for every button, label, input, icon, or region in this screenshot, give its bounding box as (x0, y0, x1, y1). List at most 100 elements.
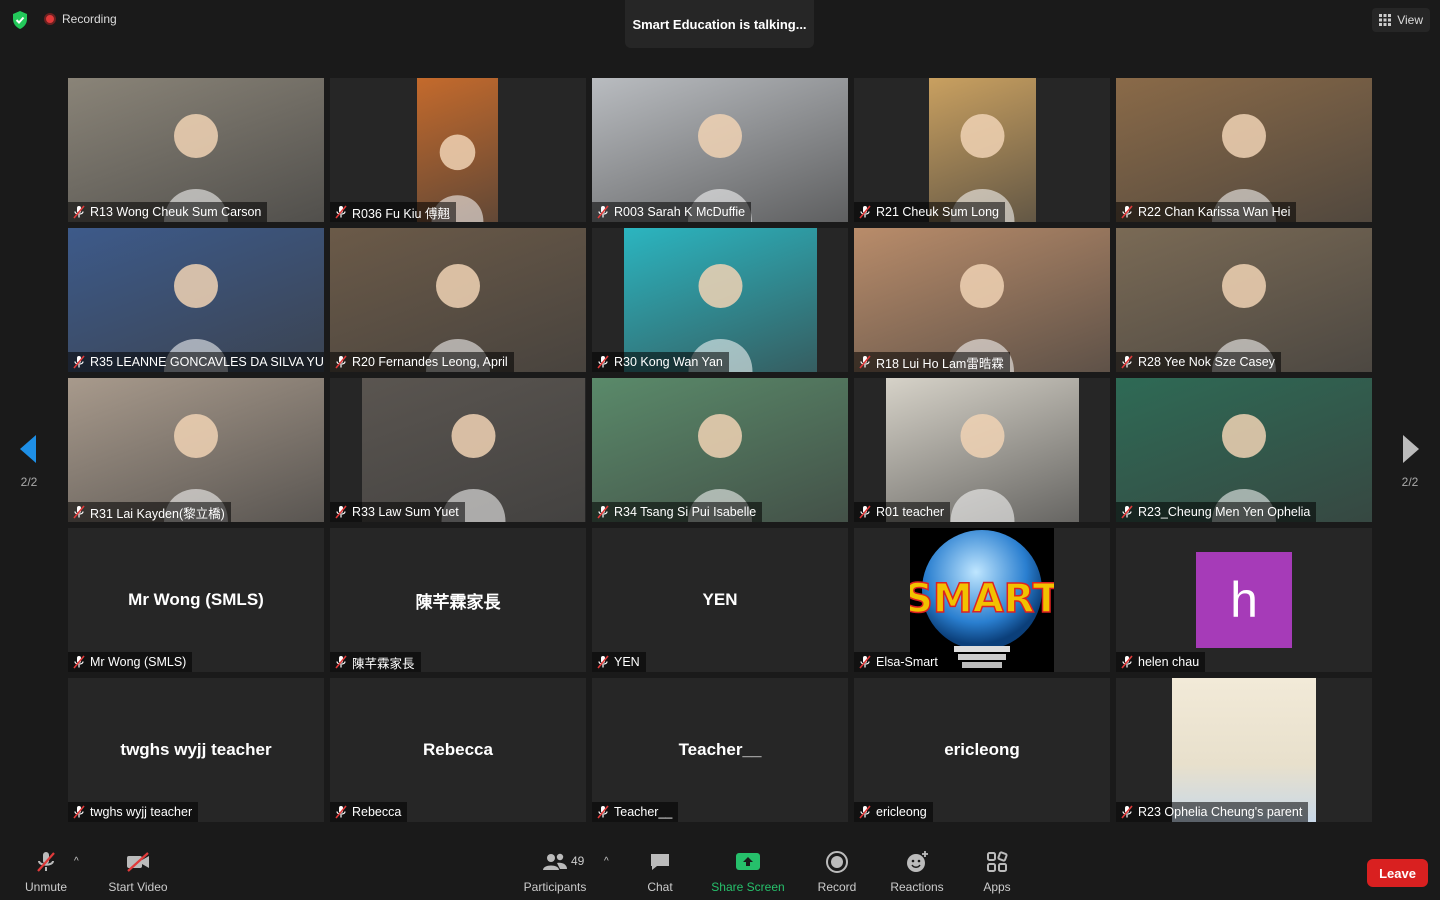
participant-tile[interactable]: Rebecca Rebecca (330, 678, 586, 822)
participant-name: R33 Law Sum Yuet (352, 505, 459, 519)
participant-tile[interactable]: h helen chau (1116, 528, 1372, 672)
previous-page-button[interactable]: 2/2 (14, 432, 44, 489)
microphone-muted-icon (597, 805, 609, 819)
record-label: Record (817, 880, 857, 894)
person-silhouette (1212, 414, 1276, 522)
unmute-label: Unmute (24, 880, 68, 894)
participant-name-label: twghs wyjj teacher (68, 802, 199, 822)
chevron-right-icon (1403, 435, 1419, 463)
participant-tile[interactable]: R20 Fernandes Leong, April (330, 228, 586, 372)
participant-tile[interactable]: R33 Law Sum Yuet (330, 378, 586, 522)
chat-button[interactable]: Chat (620, 850, 700, 894)
participant-tile[interactable]: R13 Wong Cheuk Sum Carson (68, 78, 324, 222)
svg-text:SMART: SMART (910, 576, 1054, 622)
participant-name: R23_Cheung Men Yen Ophelia (1138, 505, 1311, 519)
participant-name-label: R34 Tsang Si Pui Isabelle (592, 502, 763, 522)
participant-name-label: Teacher__ (592, 802, 679, 822)
participants-label: Participants (523, 880, 587, 894)
participant-name: R31 Lai Kayden(黎立橋) (90, 506, 225, 521)
participant-name-label: R31 Lai Kayden(黎立橋) (68, 502, 231, 522)
participant-tile[interactable]: R35 LEANNE GONCAVLES DA SILVA YU (68, 228, 324, 372)
person-silhouette (426, 264, 490, 372)
participant-name: R35 LEANNE GONCAVLES DA SILVA YU (90, 355, 324, 369)
smart-logo: SMART (903, 528, 1061, 672)
participant-name: R003 Sarah K McDuffie (614, 205, 746, 219)
person-silhouette (164, 114, 228, 222)
participant-display-name: twghs wyjj teacher (120, 740, 272, 759)
microphone-muted-icon (1121, 355, 1133, 369)
participant-video (854, 228, 1110, 372)
microphone-muted-icon (1121, 505, 1133, 519)
microphone-muted-icon (1121, 205, 1133, 219)
meeting-toolbar: Unmute ^ Start Video Participants ^ Chat… (0, 836, 1440, 900)
start-video-label: Start Video (108, 880, 168, 894)
next-page-button[interactable]: 2/2 (1395, 432, 1425, 489)
participant-name: 陳芊霖家長 (352, 656, 415, 671)
apps-icon (987, 851, 1008, 872)
view-label: View (1397, 13, 1423, 27)
record-button[interactable]: Record (797, 850, 877, 894)
reactions-button[interactable]: Reactions (877, 850, 957, 894)
active-speaker-banner: Smart Education is talking... (625, 0, 814, 48)
chevron-left-icon (20, 435, 36, 463)
participant-tile[interactable]: R23_Cheung Men Yen Ophelia (1116, 378, 1372, 522)
person-silhouette (950, 114, 1015, 222)
participant-tile[interactable]: 陳芊霖家長 陳芊霖家長 (330, 528, 586, 672)
leave-button[interactable]: Leave (1367, 859, 1428, 887)
apps-button[interactable]: Apps (957, 850, 1037, 894)
participant-video (68, 378, 324, 522)
person-silhouette (950, 414, 1015, 522)
participant-display-name: YEN (702, 590, 738, 609)
person-silhouette (688, 414, 752, 522)
participant-tile[interactable]: R23 Ophelia Cheung's parent (1116, 678, 1372, 822)
participant-tile[interactable]: R28 Yee Nok Sze Casey (1116, 228, 1372, 372)
participant-video (886, 378, 1079, 522)
participant-tile[interactable]: ericleong ericleong (854, 678, 1110, 822)
audio-options-caret[interactable]: ^ (74, 856, 79, 867)
participant-name: R22 Chan Karissa Wan Hei (1138, 205, 1291, 219)
person-silhouette (164, 264, 228, 372)
microphone-muted-icon (859, 805, 871, 819)
participant-video (68, 78, 324, 222)
start-video-button[interactable]: Start Video (98, 850, 178, 894)
share-screen-button[interactable]: Share Screen (708, 850, 788, 894)
participant-tile[interactable]: R036 Fu Kiu 傅翹 (330, 78, 586, 222)
participant-tile[interactable]: R31 Lai Kayden(黎立橋) (68, 378, 324, 522)
participant-tile[interactable]: SMART Elsa-Smart (854, 528, 1110, 672)
participant-image (1172, 678, 1316, 822)
microphone-muted-icon (73, 205, 85, 219)
participant-video (592, 78, 848, 222)
participant-tile[interactable]: twghs wyjj teacher twghs wyjj teacher (68, 678, 324, 822)
microphone-muted-icon (597, 205, 609, 219)
participant-display-name: ericleong (944, 740, 1020, 759)
chat-bubble-icon (651, 854, 669, 870)
participant-tile[interactable]: Mr Wong (SMLS) Mr Wong (SMLS) (68, 528, 324, 672)
participant-display-name: 陳芊霖家長 (415, 592, 501, 612)
participants-options-caret[interactable]: ^ (604, 856, 609, 867)
chat-label: Chat (647, 880, 673, 894)
participant-tile[interactable]: R18 Lui Ho Lam雷晧霖 (854, 228, 1110, 372)
participant-name-label: R18 Lui Ho Lam雷晧霖 (854, 352, 1010, 372)
participant-tile[interactable]: R34 Tsang Si Pui Isabelle (592, 378, 848, 522)
security-shield-icon[interactable] (10, 10, 30, 30)
lightbulb-logo-icon: SMART (903, 530, 1061, 668)
recording-indicator[interactable]: Recording (44, 12, 117, 26)
participant-tile[interactable]: R003 Sarah K McDuffie (592, 78, 848, 222)
participant-video (417, 78, 498, 222)
participant-name-label: Elsa-Smart (854, 652, 944, 672)
participant-tile[interactable]: YEN YEN (592, 528, 848, 672)
apps-label: Apps (983, 880, 1011, 894)
participant-tile[interactable]: R21 Cheuk Sum Long (854, 78, 1110, 222)
participant-video (624, 228, 817, 372)
share-screen-icon (736, 853, 760, 870)
participant-tile[interactable]: R22 Chan Karissa Wan Hei (1116, 78, 1372, 222)
participant-name: twghs wyjj teacher (90, 805, 193, 819)
participant-tile[interactable]: Teacher__ Teacher__ (592, 678, 848, 822)
participant-name: Teacher__ (614, 805, 673, 819)
microphone-muted-icon (859, 205, 871, 219)
reactions-label: Reactions (890, 880, 944, 894)
view-button[interactable]: View (1372, 8, 1430, 32)
participant-tile[interactable]: R30 Kong Wan Yan (592, 228, 848, 372)
participant-tile[interactable]: R01 teacher (854, 378, 1110, 522)
microphone-muted-icon (859, 655, 871, 669)
